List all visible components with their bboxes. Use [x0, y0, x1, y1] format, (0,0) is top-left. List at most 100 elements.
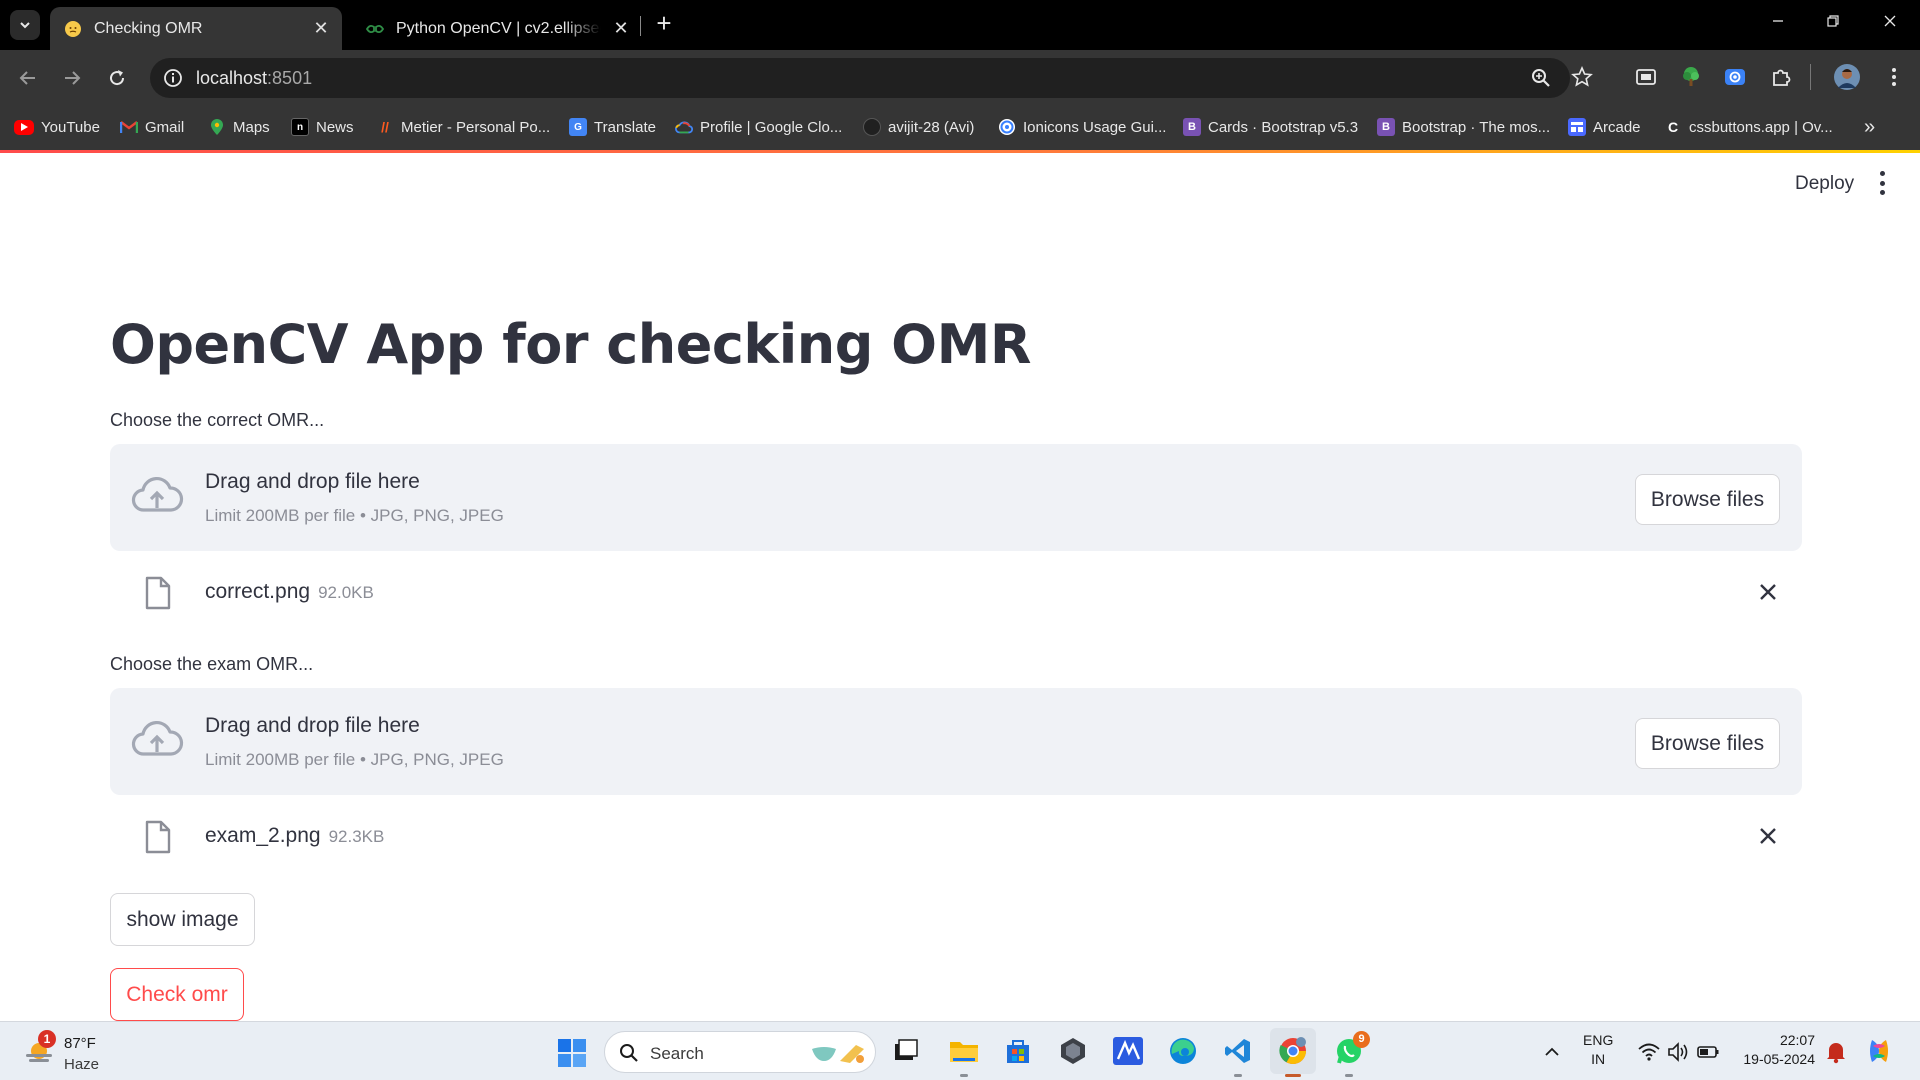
screen-capture-extension-icon[interactable]: [1721, 63, 1749, 91]
bookmark-cssbuttons[interactable]: C cssbuttons.app | Ov...: [1664, 116, 1833, 138]
bookmark-translate[interactable]: G Translate: [569, 116, 656, 138]
toolbar-separator: [1810, 64, 1811, 90]
app-page: Deploy OpenCV App for checking OMR Choos…: [0, 153, 1920, 1021]
bookmark-maps[interactable]: Maps: [208, 116, 270, 138]
google-cloud-icon: [675, 118, 693, 136]
correct-omr-dropzone[interactable]: Drag and drop file here Limit 200MB per …: [110, 444, 1802, 551]
tab-close-icon[interactable]: ✕: [312, 19, 330, 37]
extensions-puzzle-icon[interactable]: [1767, 63, 1795, 91]
bookmark-bootstrap[interactable]: B Bootstrap · The mos...: [1377, 116, 1550, 138]
address-bar[interactable]: localhost:8501: [150, 58, 1570, 98]
uploaded-file-size: 92.0KB: [318, 583, 374, 602]
chevron-down-icon: [20, 22, 30, 29]
dropzone-limit-text: Limit 200MB per file • JPG, PNG, JPEG: [205, 750, 504, 769]
show-image-button[interactable]: show image: [110, 893, 255, 946]
bookmark-gmail[interactable]: Gmail: [120, 116, 184, 138]
remove-file-close-icon[interactable]: [1756, 580, 1780, 604]
browse-files-button[interactable]: Browse files: [1635, 718, 1780, 769]
clock-date: 19-05-2024: [1743, 1051, 1815, 1067]
arcade-icon: [1568, 118, 1586, 136]
weather-widget[interactable]: 1 87°F Haze: [22, 1030, 142, 1074]
battery-icon[interactable]: [1696, 1040, 1720, 1064]
bookmark-github[interactable]: avijit-28 (Avi): [863, 116, 974, 138]
microsoft-store-icon[interactable]: [1001, 1034, 1035, 1068]
back-arrow-icon[interactable]: [14, 64, 42, 92]
show-hidden-icons-chevron-icon[interactable]: [1542, 1042, 1562, 1062]
wifi-icon[interactable]: [1637, 1040, 1661, 1064]
translate-icon: G: [569, 118, 587, 136]
matlab-icon[interactable]: [1111, 1034, 1145, 1068]
exam-omr-dropzone[interactable]: Drag and drop file here Limit 200MB per …: [110, 688, 1802, 795]
bookmark-metier[interactable]: // Metier - Personal Po...: [376, 116, 550, 138]
url-text: localhost:8501: [196, 68, 312, 89]
bookmark-label: avijit-28 (Avi): [888, 118, 975, 136]
windows-start-icon[interactable]: [557, 1038, 587, 1068]
tab-search-button[interactable]: [10, 10, 40, 40]
bookmark-label: Arcade: [1593, 118, 1641, 136]
volume-icon[interactable]: [1666, 1040, 1690, 1064]
bookmark-youtube[interactable]: YouTube: [14, 116, 100, 138]
bookmark-ionicons[interactable]: Ionicons Usage Gui...: [998, 116, 1166, 138]
tab-close-icon[interactable]: ✕: [612, 19, 630, 37]
bootstrap-icon: B: [1377, 118, 1395, 136]
tree-extension-icon[interactable]: [1677, 63, 1705, 91]
remove-file-close-icon[interactable]: [1756, 824, 1780, 848]
browser-menu-icon[interactable]: [1880, 63, 1908, 91]
url-host: localhost: [196, 68, 268, 88]
whatsapp-badge: 9: [1353, 1031, 1370, 1048]
github-icon: [863, 118, 881, 136]
bookmark-google-cloud[interactable]: Profile | Google Clo...: [675, 116, 842, 138]
streamlit-face-icon: [64, 20, 82, 38]
bookmark-label: cssbuttons.app | Ov...: [1689, 118, 1833, 136]
deploy-button[interactable]: Deploy: [1795, 173, 1854, 195]
chrome-taskbar-icon[interactable]: [1270, 1028, 1316, 1074]
ionicons-icon: [998, 118, 1016, 136]
system-clock[interactable]: 22:07 19-05-2024: [1733, 1031, 1815, 1069]
cssbuttons-icon: C: [1667, 119, 1679, 135]
restore-icon[interactable]: [1821, 12, 1845, 36]
uploaded-file-row: exam_2.png 92.3KB: [110, 812, 1802, 862]
exam-omr-label: Choose the exam OMR...: [110, 654, 314, 674]
bookmark-bootstrap-cards[interactable]: B Cards · Bootstrap v5.3: [1183, 116, 1358, 138]
bookmark-label: Metier - Personal Po...: [401, 118, 551, 136]
unity-hub-icon[interactable]: [1056, 1034, 1090, 1068]
picture-in-picture-icon[interactable]: [1632, 63, 1660, 91]
bookmark-label: Gmail: [145, 118, 185, 136]
bookmark-news[interactable]: n News: [291, 116, 354, 138]
search-icon: [619, 1043, 639, 1063]
check-omr-button[interactable]: Check omr: [110, 968, 244, 1021]
vscode-icon[interactable]: [1221, 1034, 1255, 1068]
edge-browser-icon[interactable]: [1166, 1034, 1200, 1068]
bookmark-arcade[interactable]: Arcade: [1568, 116, 1641, 138]
more-bookmarks-chevron-icon[interactable]: »: [1864, 116, 1875, 139]
weather-alert-badge: 1: [38, 1030, 56, 1048]
maps-icon: [208, 118, 226, 136]
site-info-icon[interactable]: [162, 67, 184, 89]
browse-files-button[interactable]: Browse files: [1635, 474, 1780, 525]
language-indicator[interactable]: ENG IN: [1583, 1031, 1613, 1069]
reload-icon[interactable]: [103, 64, 131, 92]
bookmark-label: Maps: [233, 118, 270, 136]
minimize-icon[interactable]: [1766, 12, 1790, 36]
tab-python-opencv[interactable]: Python OpenCV | cv2.ellipse() m ✕: [352, 7, 642, 50]
tab-checking-omr[interactable]: Checking OMR ✕: [50, 7, 342, 50]
zoom-icon[interactable]: [1530, 67, 1552, 89]
uploaded-file-name: correct.png: [205, 580, 311, 603]
notification-bell-icon[interactable]: [1825, 1040, 1847, 1064]
file-explorer-icon[interactable]: [947, 1034, 981, 1068]
window-close-icon[interactable]: [1878, 12, 1902, 36]
active-indicator: [1285, 1074, 1301, 1077]
bookmark-star-icon[interactable]: [1568, 63, 1596, 91]
forward-arrow-icon[interactable]: [58, 64, 86, 92]
app-menu-icon[interactable]: [1877, 171, 1887, 195]
clock-time: 22:07: [1779, 1032, 1815, 1048]
cloud-upload-icon: [130, 474, 184, 518]
task-view-icon[interactable]: [889, 1034, 923, 1068]
running-indicator: [960, 1074, 968, 1077]
copilot-icon[interactable]: [1864, 1036, 1894, 1066]
new-tab-plus-icon[interactable]: +: [652, 10, 676, 36]
profile-avatar[interactable]: [1833, 63, 1861, 91]
taskbar-search-box[interactable]: Search: [604, 1031, 876, 1073]
page-title: OpenCV App for checking OMR: [110, 313, 1031, 376]
uploaded-file-info: exam_2.png 92.3KB: [205, 824, 384, 848]
